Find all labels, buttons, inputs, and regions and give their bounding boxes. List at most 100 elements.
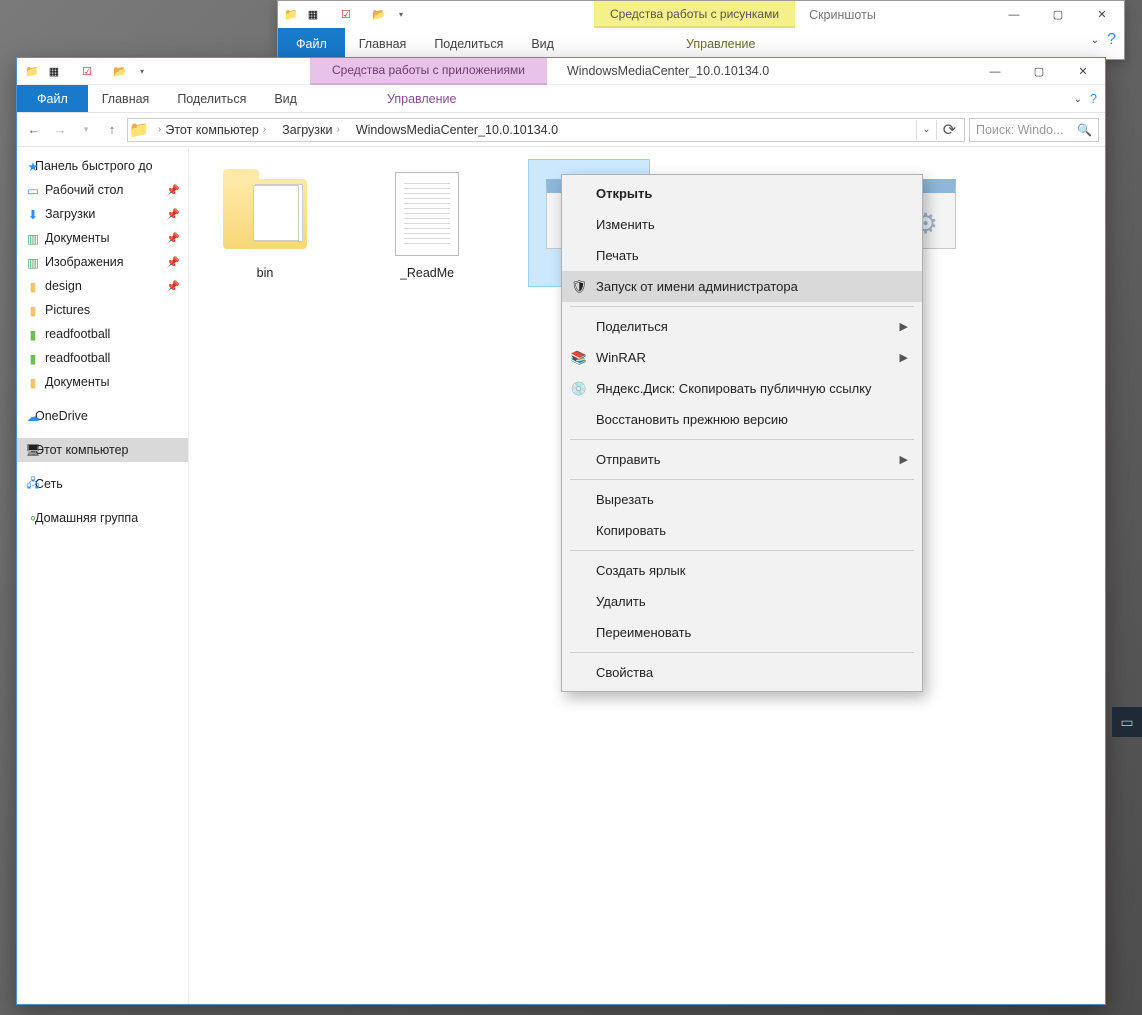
share-tab[interactable]: Поделиться — [163, 85, 260, 112]
context-menu-item[interactable]: Восстановить прежнюю версию — [562, 404, 922, 435]
collapse-ribbon-icon[interactable]: ⌄ — [1091, 35, 1099, 46]
context-menu-label: Свойства — [596, 665, 653, 680]
manage-context-tab[interactable]: Управление — [672, 28, 770, 60]
maximize-button[interactable]: ▢ — [1017, 58, 1061, 85]
close-button[interactable]: ✕ — [1061, 58, 1105, 85]
breadcrumb-segment[interactable]: Загрузки› — [276, 123, 350, 137]
context-menu-item[interactable]: Отправить▶ — [562, 444, 922, 475]
check-icon[interactable]: ☑ — [337, 6, 355, 24]
minimize-button[interactable]: — — [992, 1, 1036, 28]
up-button[interactable]: ↑ — [101, 119, 123, 141]
this-pc-item[interactable]: Этот компьютер — [17, 438, 188, 462]
context-menu-label: Изменить — [596, 217, 655, 232]
manage-context-tab[interactable]: Управление — [373, 85, 471, 112]
back-ribbon-help: ⌄ ? — [1091, 31, 1116, 49]
context-menu-item[interactable]: 🛡Запуск от имени администратора — [562, 271, 922, 302]
back-titlebar: 📁 ▦ ☑ 📂 ▾ Средства работы с рисунками Ск… — [278, 1, 1124, 28]
file-tab[interactable]: Файл — [17, 85, 88, 112]
properties-icon[interactable]: ▦ — [45, 62, 63, 80]
nav-item[interactable]: Документы📌 — [17, 226, 188, 250]
help-icon[interactable]: ? — [1090, 92, 1097, 106]
nav-item[interactable]: Загрузки 📌 — [17, 202, 188, 226]
picture-tools-context-tab[interactable]: Средства работы с рисунками — [594, 1, 795, 28]
context-menu-item[interactable]: Изменить — [562, 209, 922, 240]
check-icon[interactable]: ☑ — [78, 62, 96, 80]
nav-item[interactable]: design📌 — [17, 274, 188, 298]
context-menu-item[interactable]: Удалить — [562, 586, 922, 617]
submenu-arrow-icon: ▶ — [900, 351, 908, 364]
context-menu-item[interactable]: Вырезать — [562, 484, 922, 515]
quick-access-header[interactable]: Панель быстрого до — [17, 154, 188, 178]
search-input[interactable]: Поиск: Windo... 🔍 — [969, 118, 1099, 142]
new-folder-icon[interactable]: 📂 — [111, 62, 129, 80]
context-menu-item[interactable]: Создать ярлык — [562, 555, 922, 586]
context-menu-item[interactable]: Открыть — [562, 178, 922, 209]
nav-item[interactable]: readfootball — [17, 346, 188, 370]
file-item-label: _ReadMe — [400, 266, 454, 280]
help-icon[interactable]: ? — [1107, 31, 1116, 49]
nav-item-label: Документы — [45, 375, 109, 389]
home-tab[interactable]: Главная — [345, 28, 421, 60]
nav-item-icon — [25, 302, 41, 318]
taskbar-fragment[interactable]: ▭ — [1112, 707, 1142, 737]
context-menu-item[interactable]: Переименовать — [562, 617, 922, 648]
minimize-button[interactable]: — — [973, 58, 1017, 85]
back-window-title: Скриншоты — [795, 1, 890, 28]
context-menu-item[interactable]: 💿Яндекс.Диск: Скопировать публичную ссыл… — [562, 373, 922, 404]
pin-icon: 📌 — [166, 184, 180, 197]
breadcrumb-box[interactable]: 📁 ›Этот компьютер› Загрузки› WindowsMedi… — [127, 118, 965, 142]
folder-icon: 📁 — [282, 6, 300, 24]
qat-dropdown-icon[interactable]: ▾ — [133, 62, 151, 80]
nav-item-label: Изображения — [45, 255, 124, 269]
text-icon — [379, 166, 475, 262]
view-tab[interactable]: Вид — [260, 85, 311, 112]
breadcrumb-segment[interactable]: ›Этот компьютер› — [148, 123, 276, 137]
onedrive-item[interactable]: OneDrive — [17, 404, 188, 428]
context-menu-label: Создать ярлык — [596, 563, 685, 578]
pin-icon: 📌 — [166, 256, 180, 269]
nav-item-icon — [25, 182, 41, 198]
forward-button[interactable]: → — [49, 119, 71, 141]
close-button[interactable]: ✕ — [1080, 1, 1124, 28]
network-item[interactable]: Сеть — [17, 472, 188, 496]
submenu-arrow-icon: ▶ — [900, 453, 908, 466]
back-button[interactable]: ← — [23, 119, 45, 141]
context-menu-item[interactable]: Свойства — [562, 657, 922, 688]
nav-item-label: Документы — [45, 231, 109, 245]
search-placeholder: Поиск: Windo... — [976, 123, 1063, 137]
search-icon: 🔍 — [1077, 123, 1092, 137]
view-tab[interactable]: Вид — [517, 28, 568, 60]
context-menu-item[interactable]: Поделиться▶ — [562, 311, 922, 342]
homegroup-item[interactable]: Домашняя группа — [17, 506, 188, 530]
nav-item-icon — [25, 326, 41, 342]
new-folder-icon[interactable]: 📂 — [370, 6, 388, 24]
recent-locations-dropdown[interactable]: ▾ — [75, 119, 97, 141]
file-tab[interactable]: Файл — [278, 28, 345, 60]
file-item[interactable]: bin — [205, 160, 325, 286]
home-tab[interactable]: Главная — [88, 85, 164, 112]
address-dropdown-icon[interactable]: ⌄ — [916, 120, 936, 140]
nav-item[interactable]: Pictures — [17, 298, 188, 322]
context-menu-item[interactable]: Копировать — [562, 515, 922, 546]
pin-icon: 📌 — [166, 208, 180, 221]
context-menu-item[interactable]: 📚WinRAR▶ — [562, 342, 922, 373]
refresh-button[interactable]: ⟳ — [936, 120, 962, 140]
collapse-ribbon-icon[interactable]: ⌄ — [1074, 94, 1082, 105]
context-menu-label: Удалить — [596, 594, 646, 609]
nav-item-icon — [25, 230, 41, 246]
maximize-button[interactable]: ▢ — [1036, 1, 1080, 28]
properties-icon[interactable]: ▦ — [304, 6, 322, 24]
qat-dropdown-icon[interactable]: ▾ — [392, 6, 410, 24]
context-menu-label: Поделиться — [596, 319, 668, 334]
breadcrumb-segment[interactable]: WindowsMediaCenter_10.0.10134.0 — [350, 123, 564, 137]
context-menu-item[interactable]: Печать — [562, 240, 922, 271]
nav-item[interactable]: Документы — [17, 370, 188, 394]
nav-item[interactable]: readfootball — [17, 322, 188, 346]
share-tab[interactable]: Поделиться — [420, 28, 517, 60]
app-tools-context-tab[interactable]: Средства работы с приложениями — [310, 58, 547, 85]
nav-item-label: Загрузки — [45, 207, 95, 221]
nav-item[interactable]: Изображения 📌 — [17, 250, 188, 274]
file-item[interactable]: _ReadMe — [367, 160, 487, 286]
context-menu: Открыть Изменить Печать🛡Запуск от имени ад… — [561, 174, 923, 692]
nav-item[interactable]: Рабочий стол📌 — [17, 178, 188, 202]
